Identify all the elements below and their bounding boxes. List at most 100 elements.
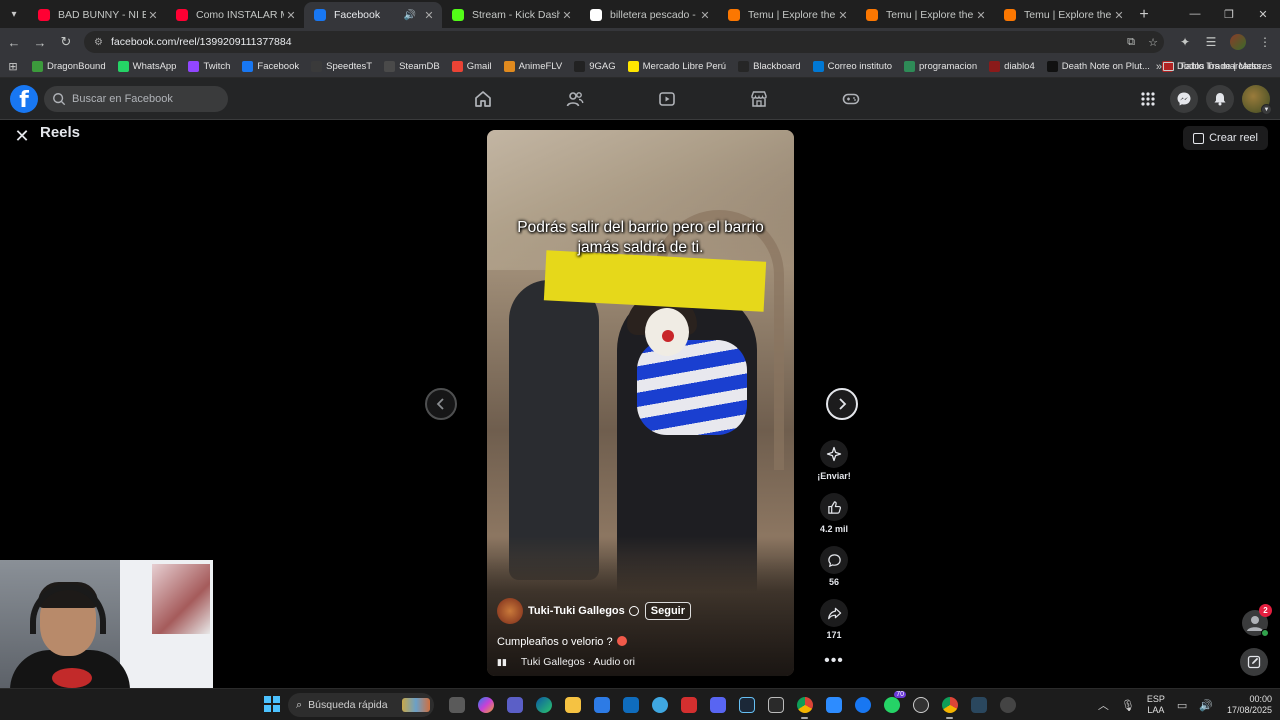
tab-close-icon[interactable]: ✕ — [836, 9, 850, 22]
tab-close-icon[interactable]: ✕ — [974, 9, 988, 22]
site-info-icon[interactable]: ⚙ — [94, 37, 103, 48]
file-explorer-button[interactable] — [558, 693, 587, 717]
media-control-icon[interactable]: ☰ — [1198, 35, 1224, 49]
bookmark-item[interactable]: Mercado Libre Perú — [622, 57, 732, 77]
language-indicator[interactable]: ESP LAA — [1147, 694, 1165, 716]
send-button[interactable] — [820, 440, 848, 468]
reel-video[interactable]: Podrás salir del barrio pero el barrio j… — [487, 130, 794, 676]
install-app-icon[interactable]: ⧉ — [1120, 36, 1142, 49]
bookmark-item[interactable]: SpeedtesT — [305, 57, 378, 77]
bookmark-item[interactable]: Death Note on Plut... — [1041, 57, 1156, 77]
tab-search-icon[interactable]: ▾ — [0, 0, 28, 28]
discord-button[interactable] — [703, 693, 732, 717]
whatsapp-button[interactable]: 70 — [877, 691, 906, 717]
search-input[interactable] — [72, 93, 222, 105]
tab-close-icon[interactable]: ✕ — [1112, 9, 1126, 22]
back-button[interactable]: ← — [2, 30, 26, 54]
tab-close-icon[interactable]: ✕ — [698, 9, 712, 22]
tab-audio-icon[interactable]: 🔊 — [404, 10, 416, 21]
bookmark-item[interactable]: Facebook — [236, 57, 305, 77]
bookmark-item[interactable]: Blackboard — [732, 57, 807, 77]
task-view-button[interactable] — [442, 693, 471, 717]
messenger-app-button[interactable] — [848, 693, 877, 717]
close-icon[interactable]: ✕ — [12, 126, 32, 146]
author-name[interactable]: Tuki-Tuki Gallegos — [528, 605, 625, 617]
tab-close-icon[interactable]: ✕ — [422, 9, 436, 22]
new-message-button[interactable] — [1240, 648, 1268, 676]
new-tab-button[interactable]: + — [1132, 2, 1156, 28]
browser-tab[interactable]: Como INSTALAR MODS e✕ — [166, 2, 304, 28]
previous-reel-button[interactable] — [425, 388, 457, 420]
browser-tab[interactable]: Temu | Explore the Latest✕ — [856, 2, 994, 28]
bookmark-item[interactable]: AnimeFLV — [498, 57, 569, 77]
tab-close-icon[interactable]: ✕ — [284, 9, 298, 22]
forward-button[interactable]: → — [28, 30, 52, 54]
bookmark-item[interactable]: diablo4 — [983, 57, 1041, 77]
browser-tab[interactable]: Facebook 🔊 ✕ — [304, 2, 442, 28]
notifications-button[interactable] — [1206, 85, 1234, 113]
app-red-button[interactable] — [674, 693, 703, 717]
epic-games-button[interactable] — [761, 693, 790, 717]
network-icon[interactable]: ▭ — [1177, 699, 1187, 712]
nav-friends[interactable] — [529, 78, 621, 120]
browser-tab[interactable]: Temu | Explore the Latest✕ — [994, 2, 1132, 28]
taskbar-search[interactable]: ⌕ Búsqueda rápida — [288, 693, 434, 717]
profile-avatar[interactable] — [1230, 34, 1246, 50]
facebook-logo[interactable]: f — [10, 85, 38, 113]
tab-close-icon[interactable]: ✕ — [146, 9, 160, 22]
onedrive-button[interactable] — [645, 693, 674, 717]
nav-marketplace[interactable] — [713, 78, 805, 120]
volume-icon[interactable]: 🔊 — [1199, 699, 1213, 712]
nav-video[interactable] — [621, 78, 713, 120]
browser-menu-icon[interactable]: ⋮ — [1252, 35, 1278, 49]
bookmark-item[interactable]: DragonBound — [26, 57, 112, 77]
all-bookmarks-button[interactable]: Todos los marcadores — [1163, 61, 1272, 72]
bookmark-item[interactable]: programacion — [898, 57, 983, 77]
chrome-button[interactable] — [790, 693, 819, 719]
extensions-icon[interactable]: ✦ — [1172, 35, 1198, 49]
messenger-button[interactable] — [1170, 85, 1198, 113]
comment-button[interactable] — [820, 546, 848, 574]
teams-button[interactable] — [500, 693, 529, 717]
bookmark-star-icon[interactable]: ☆ — [1142, 36, 1164, 49]
author-avatar[interactable] — [497, 598, 523, 624]
bookmark-item[interactable]: WhatsApp — [112, 57, 183, 77]
create-reel-button[interactable]: Crear reel — [1183, 126, 1268, 150]
address-bar[interactable]: ⚙ facebook.com/reel/1399209111377884 ⧉ ☆ — [84, 31, 1164, 53]
reload-button[interactable]: ↻ — [54, 30, 78, 54]
tab-close-icon[interactable]: ✕ — [560, 9, 574, 22]
reel-audio[interactable]: ▮▮ Tuki Gallegos · Audio ori — [497, 656, 635, 668]
like-button[interactable] — [820, 493, 848, 521]
browser-tab[interactable]: Stream - Kick Dashboard✕ — [442, 2, 580, 28]
like-action[interactable]: 4.2 mil — [812, 493, 856, 534]
nav-home[interactable] — [437, 78, 529, 120]
nav-gaming[interactable] — [805, 78, 897, 120]
edge-button[interactable] — [529, 693, 558, 717]
follow-button[interactable]: Seguir — [644, 602, 692, 620]
share-action[interactable]: 171 — [812, 599, 856, 640]
outlook-button[interactable] — [616, 693, 645, 717]
next-reel-button[interactable] — [826, 388, 858, 420]
copilot-button[interactable] — [471, 693, 500, 717]
browser-tab[interactable]: BAD BUNNY - NI BIEN NI✕ — [28, 2, 166, 28]
menu-button[interactable] — [1134, 85, 1162, 113]
steam-button[interactable] — [732, 693, 761, 717]
windows-start-icon[interactable] — [264, 696, 280, 712]
chrome-profile-button[interactable] — [935, 693, 964, 719]
store-button[interactable] — [587, 693, 616, 717]
bookmark-item[interactable]: SteamDB — [378, 57, 446, 77]
steam-app-button[interactable] — [964, 693, 993, 717]
app-g-button[interactable] — [993, 693, 1022, 717]
account-avatar[interactable]: ▼ — [1242, 85, 1272, 115]
bookmark-item[interactable]: Correo instituto — [807, 57, 898, 77]
messenger-chat-head[interactable]: 2 — [1242, 604, 1272, 637]
browser-tab[interactable]: billetera pescado - Buscar✕ — [580, 2, 718, 28]
bookmark-item[interactable]: 9GAG — [568, 57, 621, 77]
bookmark-item[interactable]: Gmail — [446, 57, 498, 77]
comment-action[interactable]: 56 — [812, 546, 856, 587]
minimize-icon[interactable]: — — [1178, 0, 1212, 28]
apps-grid-icon[interactable]: ⊞ — [0, 60, 26, 73]
clock[interactable]: 00:00 17/08/2025 — [1227, 694, 1272, 716]
more-bookmarks-icon[interactable]: » — [1156, 61, 1162, 73]
bookmark-item[interactable]: Twitch — [182, 57, 236, 77]
